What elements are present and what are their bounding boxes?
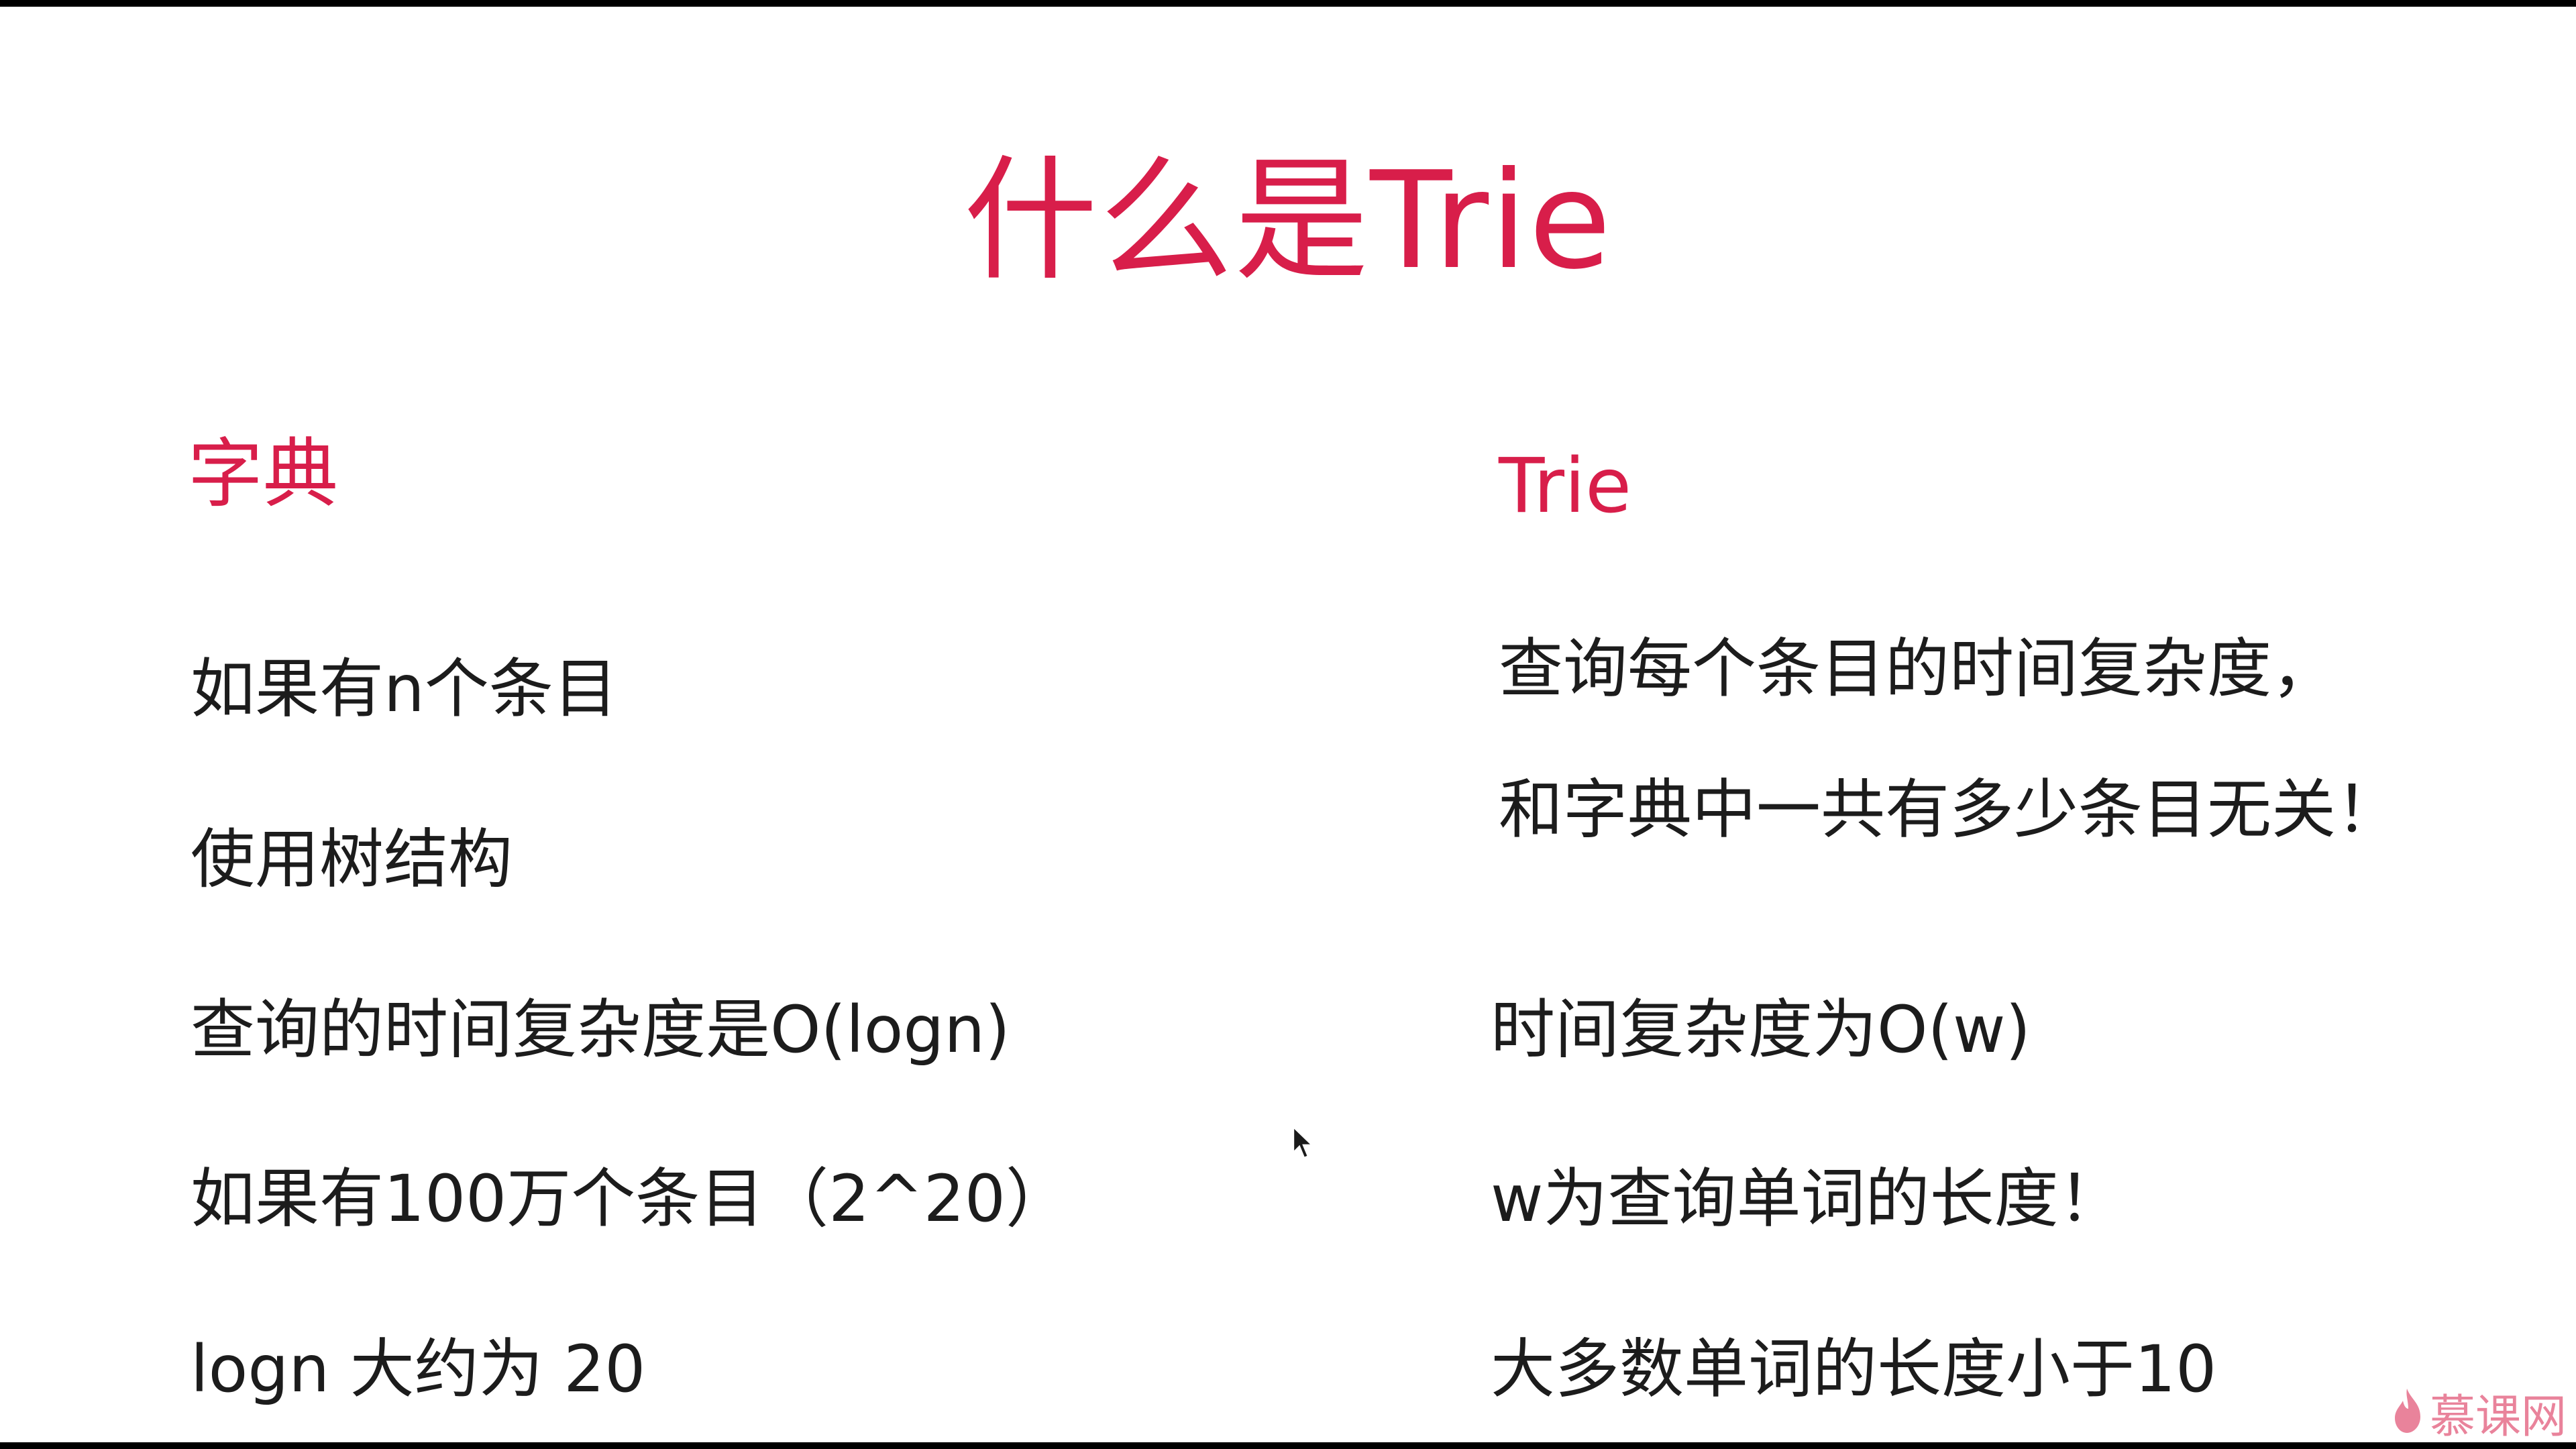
right-line-5: 大多数单词的长度小于10	[1491, 1332, 2217, 1407]
right-column-heading: Trie	[1499, 443, 1632, 530]
slide: 什么是Trie 字典 如果有n个条目 使用树结构 查询的时间复杂度是O(logn…	[0, 7, 2576, 1444]
left-line-1: 如果有n个条目	[191, 651, 618, 727]
watermark-text: 慕课网	[2429, 1390, 2567, 1444]
video-frame: 什么是Trie 字典 如果有n个条目 使用树结构 查询的时间复杂度是O(logn…	[0, 0, 2576, 1449]
right-line-3: 时间复杂度为O(w)	[1491, 992, 2031, 1067]
right-line-1: 查询每个条目的时间复杂度，	[1499, 631, 2336, 706]
left-line-5: logn 大约为 20	[191, 1332, 646, 1407]
right-line-4: w为查询单词的长度！	[1491, 1161, 2123, 1236]
left-line-4: 如果有100万个条目（2^20）	[191, 1161, 1070, 1236]
slide-title: 什么是Trie	[963, 143, 1613, 299]
left-column-heading: 字典	[188, 431, 338, 518]
right-line-2: 和字典中一共有多少条目无关！	[1499, 772, 2400, 847]
left-line-3: 查询的时间复杂度是O(logn)	[191, 992, 1010, 1067]
flame-logo-icon	[2392, 1387, 2423, 1437]
watermark: 慕课网	[2392, 1382, 2567, 1444]
left-line-2: 使用树结构	[191, 822, 513, 897]
